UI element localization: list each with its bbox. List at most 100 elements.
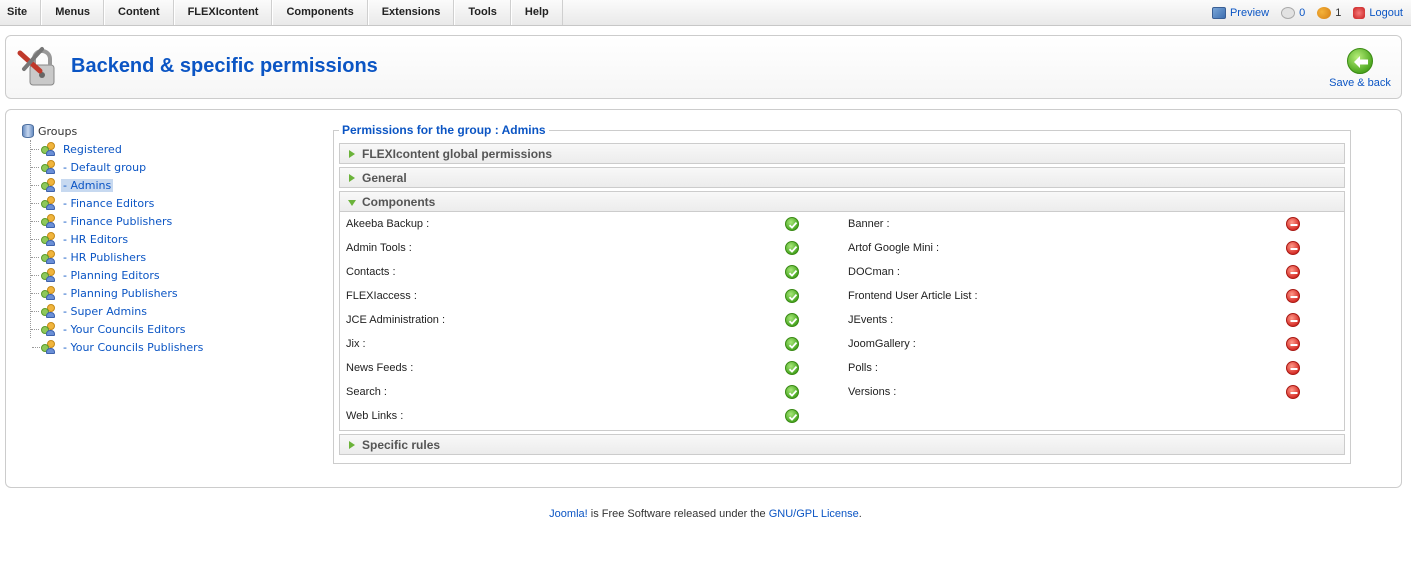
messages-icon: [1281, 6, 1296, 19]
allowed-check-icon[interactable]: [785, 409, 799, 423]
tree-item-label[interactable]: - Admins: [61, 178, 114, 192]
component-permission-row: Artof Google Mini :: [340, 236, 1346, 260]
user-group-icon: [41, 142, 57, 156]
tree-item[interactable]: - Your Councils Publishers: [30, 338, 205, 356]
tree-item-label[interactable]: - HR Editors: [61, 233, 130, 246]
tree-item-label[interactable]: - HR Publishers: [61, 251, 148, 264]
preview-label[interactable]: Preview: [1230, 7, 1269, 19]
expand-arrow-icon: [349, 441, 355, 449]
top-menu-bar: Site Menus Content FLEXIcontent Components Ex…: [0, 0, 1411, 26]
component-permission-row: Web Links :: [340, 404, 1346, 428]
permissions-fieldset: Permissions for the group : Admins FLEXI…: [333, 123, 1351, 464]
tree-item-label[interactable]: - Your Councils Publishers: [61, 341, 205, 354]
tree-item[interactable]: - Finance Publishers: [31, 212, 205, 230]
tree-item-label[interactable]: - Default group: [61, 161, 148, 174]
preview-link[interactable]: Preview: [1211, 6, 1269, 19]
tree-item[interactable]: - Super Admins: [31, 302, 205, 320]
component-permission-row: Banner :: [340, 212, 1346, 236]
denied-minus-icon[interactable]: [1286, 217, 1300, 231]
tree-item[interactable]: - Planning Publishers: [31, 284, 205, 302]
footer-end: .: [858, 508, 862, 520]
permissions-lock-icon: [16, 43, 64, 91]
menu-item-site[interactable]: Site: [0, 0, 42, 25]
logout-label[interactable]: Logout: [1369, 7, 1403, 19]
user-group-icon: [41, 304, 57, 318]
menu-item-extensions[interactable]: Extensions: [367, 0, 455, 25]
menu-item-help[interactable]: Help: [510, 0, 563, 25]
denied-minus-icon[interactable]: [1286, 289, 1300, 303]
header-toolbar: Backend & specific permissions Save & ba…: [5, 35, 1402, 99]
groups-list: Registered - Default group - Admins - Finan…: [30, 140, 205, 356]
status-area: Preview 0 1 Logout: [1211, 0, 1403, 25]
user-group-icon: [41, 340, 57, 354]
tree-item[interactable]: - Default group: [31, 158, 205, 176]
component-permission-row: Polls :: [340, 356, 1346, 380]
tree-item[interactable]: Registered: [31, 140, 205, 158]
panel-components[interactable]: Components: [339, 191, 1345, 212]
tree-item-label[interactable]: - Finance Editors: [61, 197, 156, 210]
panel-specific-rules[interactable]: Specific rules: [339, 434, 1345, 455]
panel-global-permissions[interactable]: FLEXIcontent global permissions: [339, 143, 1345, 164]
tree-item-label[interactable]: - Planning Publishers: [61, 287, 180, 300]
joomla-link[interactable]: Joomla!: [549, 508, 588, 520]
panel-general[interactable]: General: [339, 167, 1345, 188]
user-group-icon: [41, 250, 57, 264]
preview-icon: [1211, 6, 1226, 19]
component-permission-row: JEvents :: [340, 308, 1346, 332]
user-group-icon: [41, 286, 57, 300]
menu-item-components[interactable]: Components: [272, 0, 368, 25]
users-online-count: 1: [1335, 6, 1342, 19]
component-name: Web Links :: [346, 410, 404, 422]
tree-item-label[interactable]: - Super Admins: [61, 305, 149, 318]
user-group-icon: [41, 160, 57, 174]
users-icon: [1317, 6, 1332, 19]
menu-item-content[interactable]: Content: [104, 0, 174, 25]
components-list: Akeeba Backup : Admin Tools : Contacts : FL…: [339, 212, 1345, 431]
tree-item-label[interactable]: - Your Councils Editors: [61, 323, 187, 336]
footer-text: is Free Software released under the: [587, 508, 769, 520]
menu-item-tools[interactable]: Tools: [454, 0, 511, 25]
license-link[interactable]: GNU/GPL License: [769, 508, 859, 520]
component-name: JoomGallery :: [848, 338, 916, 350]
messages-status[interactable]: 0: [1281, 6, 1305, 19]
groups-root: Groups: [22, 122, 205, 140]
component-name: Frontend User Article List :: [848, 290, 978, 302]
panel-general-label: General: [362, 171, 407, 185]
denied-minus-icon[interactable]: [1286, 265, 1300, 279]
component-name: Polls :: [848, 362, 878, 374]
user-group-icon: [41, 196, 57, 210]
expand-arrow-icon: [349, 174, 355, 182]
panel-global-label: FLEXIcontent global permissions: [362, 147, 553, 161]
user-group-icon: [41, 232, 57, 246]
tree-item[interactable]: - HR Publishers: [31, 248, 205, 266]
save-back-button[interactable]: Save & back: [1325, 48, 1395, 89]
logout-link[interactable]: Logout: [1353, 6, 1403, 19]
component-name: Banner :: [848, 218, 890, 230]
tree-item-label[interactable]: - Planning Editors: [61, 269, 162, 282]
component-permission-row: Frontend User Article List :: [340, 284, 1346, 308]
tree-item[interactable]: - Admins: [31, 176, 205, 194]
menu-item-flexicontent[interactable]: FLEXIcontent: [173, 0, 273, 25]
collapse-arrow-icon: [348, 200, 356, 206]
component-name: Versions :: [848, 386, 897, 398]
tree-item[interactable]: - Your Councils Editors: [31, 320, 205, 338]
tree-item-label[interactable]: - Finance Publishers: [61, 215, 174, 228]
menu-item-menus[interactable]: Menus: [41, 0, 105, 25]
denied-minus-icon[interactable]: [1286, 385, 1300, 399]
tree-item[interactable]: - HR Editors: [31, 230, 205, 248]
expand-arrow-icon: [349, 150, 355, 158]
user-group-icon: [41, 178, 57, 192]
back-arrow-icon: [1347, 48, 1373, 74]
tree-item[interactable]: - Finance Editors: [31, 194, 205, 212]
footer: Joomla! is Free Software released under …: [0, 508, 1411, 520]
tree-item-label[interactable]: Registered: [61, 143, 124, 156]
main-menu: Site Menus Content FLEXIcontent Components Ex…: [0, 0, 563, 25]
denied-minus-icon[interactable]: [1286, 241, 1300, 255]
denied-minus-icon[interactable]: [1286, 361, 1300, 375]
component-name: DOCman :: [848, 266, 900, 278]
messages-count[interactable]: 0: [1299, 7, 1305, 19]
denied-minus-icon[interactable]: [1286, 337, 1300, 351]
tree-item[interactable]: - Planning Editors: [31, 266, 205, 284]
content-panel: Groups Registered - Default group - Admins…: [5, 109, 1402, 488]
denied-minus-icon[interactable]: [1286, 313, 1300, 327]
